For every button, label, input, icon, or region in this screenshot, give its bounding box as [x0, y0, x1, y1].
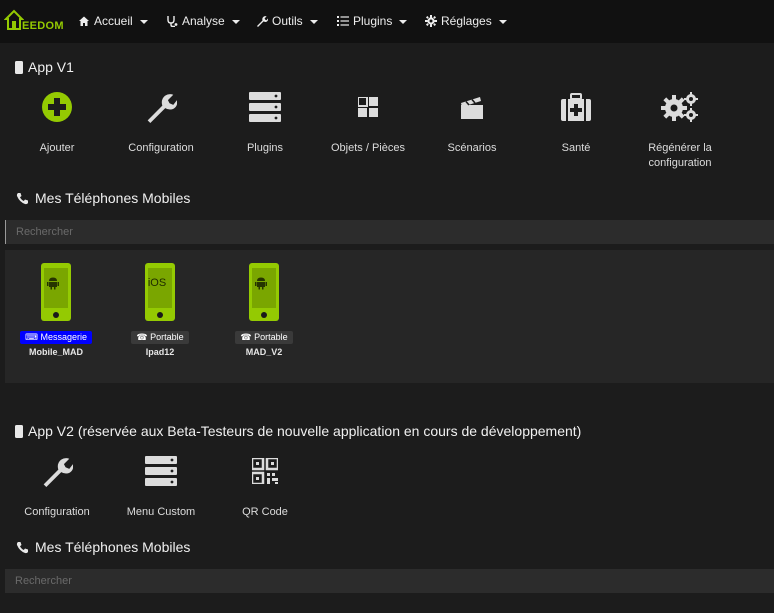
app-v1-title: App V1 — [15, 59, 74, 75]
app-v1-title-text: App V1 — [28, 59, 74, 75]
search-input-v2[interactable] — [5, 569, 774, 593]
home-icon — [79, 16, 89, 26]
ajouter-label: Ajouter — [39, 142, 75, 154]
chevron-down-icon — [309, 20, 318, 24]
ios-phone-icon: iOS — [145, 263, 175, 321]
server-icon — [249, 92, 281, 122]
devices-panel: ⌨ Messagerie Mobile_MAD iOS ☎ Portable I… — [5, 250, 774, 383]
badge-messagerie: ⌨ Messagerie — [19, 331, 93, 344]
device-mad-v2[interactable]: ☎ Portable MAD_V2 — [214, 263, 314, 357]
clapperboard-icon — [461, 97, 483, 119]
grid-icon — [358, 97, 378, 117]
app-v2-title: App V2 (réservée aux Beta-Testeurs de no… — [15, 423, 581, 439]
nav-reglages-label: Réglages — [441, 14, 492, 28]
qr-code-label: QR Code — [242, 506, 288, 518]
qr-code-button[interactable]: QR Code — [215, 455, 315, 520]
plugins-label: Plugins — [246, 142, 284, 154]
phone-icon — [16, 541, 28, 553]
regenerer-configuration-label: Régénérer la configuration — [648, 142, 712, 169]
phone-icon: ☎ — [240, 332, 252, 342]
v2-configuration-button[interactable]: Configuration — [7, 455, 107, 520]
nav-plugins[interactable]: Plugins — [337, 14, 408, 28]
device-name: Mobile_MAD — [29, 347, 83, 357]
nav-reglages[interactable]: Réglages — [425, 14, 507, 28]
badge-portable-label: Portable — [150, 332, 184, 342]
menu-custom-label: Menu Custom — [126, 506, 196, 518]
house-logo-icon — [4, 9, 24, 30]
medkit-icon — [561, 93, 591, 121]
ajouter-button[interactable]: Ajouter — [7, 91, 107, 156]
android-icon — [255, 277, 267, 290]
phones-title-v2-text: Mes Téléphones Mobiles — [35, 539, 191, 555]
objets-pieces-button[interactable]: Objets / Pièces — [318, 91, 418, 156]
keyboard-icon: ⌨ — [24, 332, 38, 342]
menu-custom-button[interactable]: Menu Custom — [111, 455, 211, 520]
scenarios-button[interactable]: Scénarios — [422, 91, 522, 156]
device-name: MAD_V2 — [245, 347, 283, 357]
badge-portable: ☎ Portable — [131, 331, 189, 344]
chevron-down-icon — [399, 20, 408, 24]
android-phone-icon — [249, 263, 279, 321]
device-name: Ipad12 — [145, 347, 175, 357]
wrench-icon — [43, 458, 73, 487]
sante-button[interactable]: Santé — [526, 91, 626, 156]
list-icon — [337, 16, 349, 26]
phones-title-v1: Mes Téléphones Mobiles — [16, 190, 190, 206]
nav-accueil-label: Accueil — [94, 14, 133, 28]
server-icon — [145, 456, 177, 486]
ios-label: iOS — [147, 277, 167, 289]
phone-icon: ☎ — [136, 332, 148, 342]
navbar: EEDOM Accueil Analyse Outils Plugins Rég… — [0, 0, 774, 43]
regenerer-configuration-button[interactable]: Régénérer la configuration — [630, 91, 730, 171]
v2-configuration-label: Configuration — [24, 506, 90, 518]
wrench-icon — [147, 94, 177, 123]
search-input-v1[interactable] — [5, 220, 774, 244]
nav-plugins-label: Plugins — [353, 14, 393, 28]
wrench-icon — [257, 16, 268, 27]
plugins-button[interactable]: Plugins — [215, 91, 315, 156]
phone-icon — [16, 192, 28, 204]
brand-text: EEDOM — [22, 20, 64, 32]
nav-analyse[interactable]: Analyse — [166, 14, 240, 28]
android-phone-icon — [41, 263, 71, 321]
chevron-down-icon — [498, 20, 507, 24]
badge-messagerie-label: Messagerie — [40, 332, 88, 342]
nav-analyse-label: Analyse — [182, 14, 225, 28]
phones-title-v2: Mes Téléphones Mobiles — [16, 539, 190, 555]
app-v2-title-text: App V2 (réservée aux Beta-Testeurs de no… — [28, 423, 582, 439]
objets-pieces-label: Objets / Pièces — [331, 142, 405, 154]
stethoscope-icon — [167, 16, 178, 27]
sante-label: Santé — [561, 142, 591, 154]
badge-portable: ☎ Portable — [235, 331, 293, 344]
android-icon — [47, 277, 59, 290]
mobile-icon — [15, 424, 23, 438]
qrcode-icon — [252, 458, 278, 484]
nav-outils-label: Outils — [272, 14, 303, 28]
configuration-label: Configuration — [128, 142, 194, 154]
mobile-icon — [15, 60, 23, 74]
phones-title-v1-text: Mes Téléphones Mobiles — [35, 190, 191, 206]
scenarios-label: Scénarios — [447, 142, 497, 154]
device-ipad12[interactable]: iOS ☎ Portable Ipad12 — [110, 263, 210, 357]
nav-outils[interactable]: Outils — [256, 14, 318, 28]
plus-circle-icon — [42, 92, 72, 122]
nav-accueil[interactable]: Accueil — [78, 14, 148, 28]
chevron-down-icon — [139, 20, 148, 24]
gear-icon — [425, 15, 437, 27]
chevron-down-icon — [231, 20, 240, 24]
gears-icon — [661, 92, 698, 122]
configuration-button[interactable]: Configuration — [111, 91, 211, 156]
device-mobile-mad[interactable]: ⌨ Messagerie Mobile_MAD — [6, 263, 106, 357]
jeedom-logo[interactable]: EEDOM — [4, 6, 64, 36]
badge-portable-label: Portable — [254, 332, 288, 342]
